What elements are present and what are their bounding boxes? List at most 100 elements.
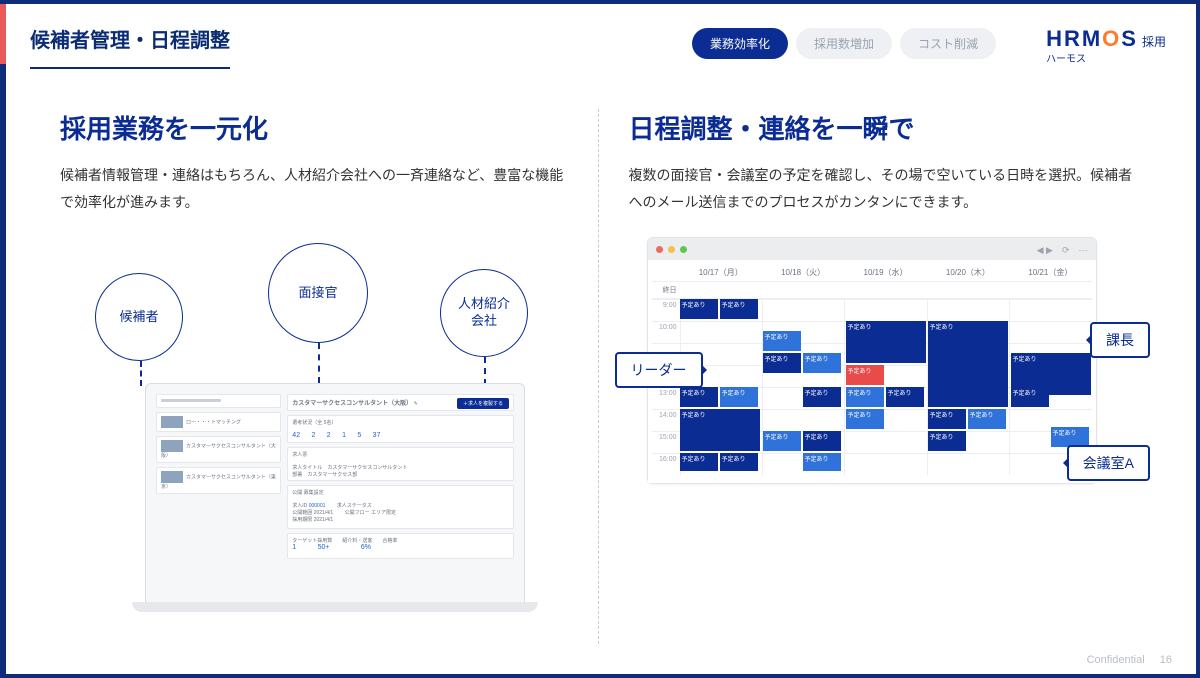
left-description: 候補者情報管理・連絡はもちろん、人材紹介会社への一斉連絡など、豊富な機能で効率化… [60,162,568,215]
cal-event: 予定あり [846,409,884,429]
cal-event: 予定あり [1011,387,1049,407]
section-label: 公開 募集設定 [292,490,323,496]
day-label: 10/17（月） [680,264,762,281]
field-value: 50+ [318,544,330,551]
calendar-header: 10/17（月） 10/18（火） 10/19（水） 10/20（木） 10/2… [652,264,1092,281]
field-label: 部署 [292,472,302,478]
field-value: 000001 [309,503,326,509]
stat-value: 2 [327,432,331,439]
logo-text-1: HRM [1046,26,1102,51]
accent-red [0,4,6,64]
cal-event: 予定あり [680,299,718,319]
duplicate-button[interactable]: ＋求人を複製する [457,398,509,409]
calendar-grid: 9:00 10:00 13:00 14:00 15:00 16:00 予定あり [652,299,1092,475]
confidential-label: Confidential [1087,654,1145,666]
close-dot-icon [656,246,663,253]
day-label: 10/21（金） [1009,264,1091,281]
day-label: 10/19（水） [844,264,926,281]
cal-event: 予定あり [680,387,718,407]
calendar-browser: ◀ ▶ ⟳ ⋯ 10/17（月） 10/18（火） 10/19（水） 10/20… [647,237,1097,484]
field-value: 2021/4/1 [314,510,333,516]
cal-event: 予定あり [680,409,760,451]
calendar: 10/17（月） 10/18（火） 10/19（水） 10/20（木） 10/2… [648,260,1096,483]
cal-event: 予定あり [968,409,1006,429]
cal-event: 予定あり [928,431,966,451]
accent-blue [0,64,6,674]
stat-value: 42 [292,432,300,439]
circle-agency: 人材紹介 会社 [440,269,528,357]
slide: 候補者管理・日程調整 業務効率化 採用数増加 コスト削減 HRMOS 採用 ハーモ… [0,0,1200,678]
cal-event: 予定あり [886,387,924,407]
left-column: 採用業務を一元化 候補者情報管理・連絡はもちろん、人材紹介会社への一斉連絡など、… [60,109,598,644]
tab-efficiency[interactable]: 業務効率化 [692,28,788,59]
hour-label: 9:00 [652,300,680,321]
day-label: 10/18（火） [762,264,844,281]
right-diagram: ◀ ▶ ⟳ ⋯ 10/17（月） 10/18（火） 10/19（水） 10/20… [629,237,1137,567]
logo-sub: 採用 [1142,35,1166,49]
field-label: 採用期限 [292,517,312,523]
field-value: カスタマーサクセスコンサルタント [327,465,407,471]
browser-nav-icons: ◀ ▶ ⟳ ⋯ [1037,243,1088,256]
tab-cost-reduction[interactable]: コスト削減 [900,28,996,59]
circle-interviewer: 面接官 [268,243,368,343]
field-value: カスタマーサクセス部 [307,472,357,478]
field-label: 公開範囲 [292,510,312,516]
left-heading: 採用業務を一元化 [60,109,568,146]
cal-event: 予定あり [928,321,1008,407]
section-label: 求人票 [292,452,307,458]
circle-candidate: 候補者 [95,273,183,361]
dash-line [318,343,320,383]
cal-event: 予定あり [846,365,884,385]
cal-event: 予定あり [720,299,758,319]
field-label: 求人ID [292,503,307,509]
page-number: 16 [1160,654,1172,666]
callout-manager: 課長 [1090,322,1150,358]
callout-room: 会議室A [1067,445,1150,481]
right-column: 日程調整・連絡を一瞬で 複数の面接官・会議室の予定を確認し、その場で空いている日… [598,109,1137,644]
brand-logo: HRMOS 採用 ハーモス [1046,26,1166,65]
dash-line [140,361,142,386]
logo-o: O [1102,26,1121,51]
slide-title: 候補者管理・日程調整 [30,24,230,69]
cal-event: 予定あり [803,353,841,373]
allday-label: 終日 [652,282,680,298]
hour-label: 14:00 [652,410,680,431]
field-value: 2021/4/1 [314,517,333,523]
list-item: カスタマーサクセスコンサルタント（大阪） [156,436,281,463]
cal-event: 予定あり [928,409,966,429]
field-label: 求人タイトル [292,465,322,471]
tab-hiring-increase[interactable]: 採用数増加 [796,28,892,59]
cal-event: 予定あり [763,431,801,451]
body: 採用業務を一元化 候補者情報管理・連絡はもちろん、人材紹介会社への一斉連絡など、… [60,109,1136,644]
list-item: カスタマーサクセスコンサルタント（東京） [156,467,281,494]
right-heading: 日程調整・連絡を一瞬で [629,109,1137,146]
stat-value: 1 [342,432,346,439]
job-title: カスタマーサクセスコンサルタント（大阪） [292,401,412,407]
cal-event: 予定あり [803,387,841,407]
logo-s: S [1121,26,1138,51]
left-diagram: 候補者 面接官 人材紹介 会社 ロー・・・トマッチング カスタマーサクセスコンサ… [60,243,568,573]
cal-event: 予定あり [763,353,801,373]
field-label: 求人ステータス [337,503,372,509]
browser-chrome: ◀ ▶ ⟳ ⋯ [648,238,1096,260]
cal-event: 予定あり [803,431,841,451]
stats-section: 選考状況（全 5名） [292,420,336,426]
cal-event: 予定あり [680,453,718,471]
stat-value: 37 [373,432,381,439]
field-label: 合格率 [382,538,397,544]
laptop-mock: ロー・・・トマッチング カスタマーサクセスコンサルタント（大阪） カスタマーサク… [145,383,525,603]
field-value: エリア限定 [371,510,396,516]
minimize-dot-icon [668,246,675,253]
list-item-label: ロー・・・トマッチング [186,420,241,426]
cal-event: 予定あり [803,453,841,471]
cal-event: 予定あり [1051,427,1089,447]
field-value: 6% [361,544,371,551]
logo-kana: ハーモス [1046,50,1166,65]
cal-event: 予定あり [720,387,758,407]
stat-value: 5 [357,432,361,439]
cal-event: 予定あり [846,387,884,407]
cal-event: 予定あり [846,321,926,363]
field-label: 公開フロー [345,510,370,516]
hour-label: 10:00 [652,322,680,343]
dash-line [484,357,486,385]
